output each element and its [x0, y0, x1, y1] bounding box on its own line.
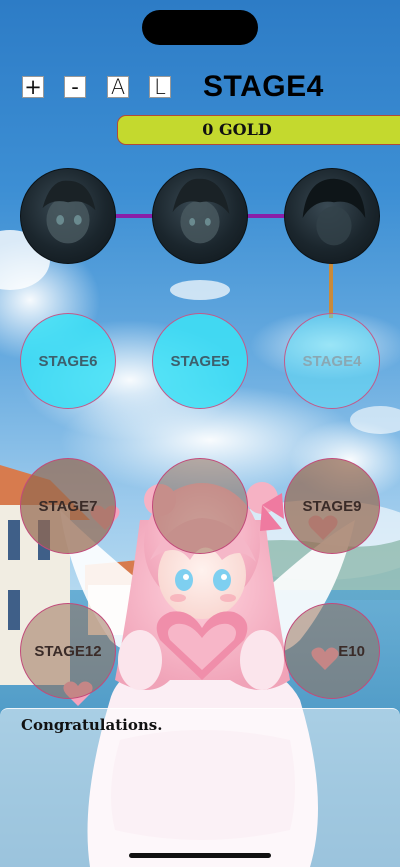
girl-portrait-icon — [42, 180, 96, 244]
stage-node-portrait-3[interactable] — [284, 168, 380, 264]
girl-portrait-icon — [172, 178, 230, 244]
stage9-label: STAGE9 — [302, 497, 362, 515]
stage-node-stage7[interactable]: STAGE7 — [20, 458, 116, 554]
stage5-label: STAGE5 — [170, 352, 230, 370]
stage4-label: STAGE4 — [302, 352, 362, 370]
stage-node-stage9[interactable]: STAGE9 — [284, 458, 380, 554]
dialog-message: Congratulations. — [21, 716, 163, 734]
stage-node-stage4[interactable]: STAGE4 — [284, 313, 380, 409]
stage-node-portrait-1[interactable] — [20, 168, 116, 264]
stage-node-portrait-2[interactable] — [152, 168, 248, 264]
game-screen: + - A L STAGE4 0 GOLD STAGE6 STAGE5 STAG… — [0, 0, 400, 867]
stage-node-stage6[interactable]: STAGE6 — [20, 313, 116, 409]
home-indicator[interactable] — [129, 853, 271, 858]
stage-node-stage10[interactable]: E10 — [284, 603, 380, 699]
stage6-label: STAGE6 — [38, 352, 98, 370]
stage10-label: E10 — [338, 642, 365, 660]
stage-node-stage8[interactable] — [152, 458, 248, 554]
boy-portrait-icon — [302, 178, 366, 246]
stage-node-stage12[interactable]: STAGE12 — [20, 603, 116, 699]
stage7-label: STAGE7 — [38, 497, 98, 515]
stage12-label: STAGE12 — [34, 642, 102, 660]
stage-node-stage5[interactable]: STAGE5 — [152, 313, 248, 409]
